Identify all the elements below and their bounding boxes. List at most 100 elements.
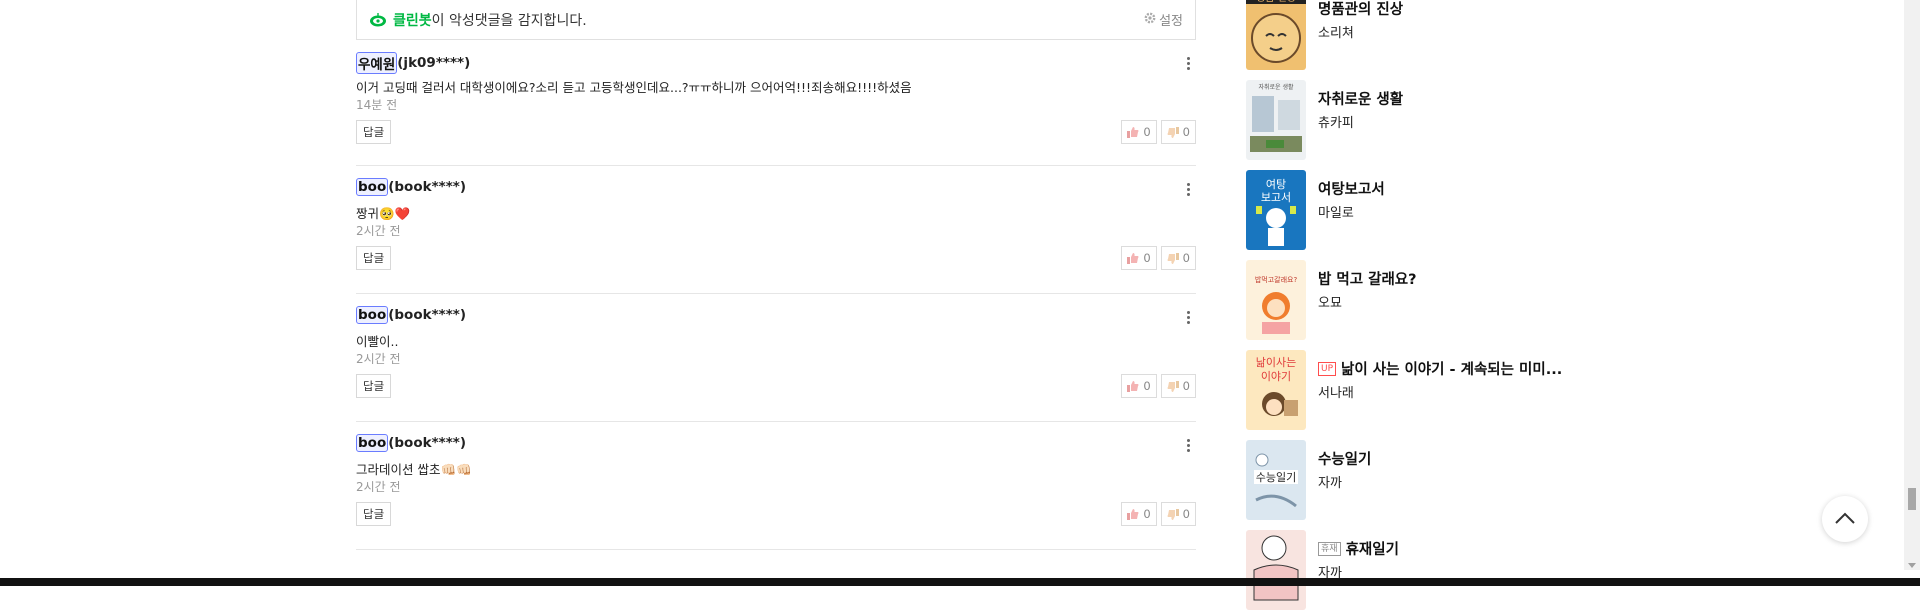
more-vertical-icon[interactable] [1182, 56, 1194, 70]
comment-time: 2시간 전 [356, 480, 401, 494]
settings-label: 설정 [1159, 14, 1183, 29]
dislike-button[interactable]: 0 [1160, 246, 1196, 270]
webtoon-title[interactable]: 휴재일기 [1346, 538, 1399, 559]
comment-user-id: (book****) [388, 307, 466, 323]
dislike-count: 0 [1182, 125, 1190, 139]
webtoon-item[interactable]: 여탕 보고서 여탕보고서 마일로 [1246, 170, 1586, 250]
comment-nickname[interactable]: boo [356, 306, 389, 324]
webtoon-item[interactable]: 자취로운 생활 자취로운 생활 츄카피 [1246, 80, 1586, 160]
update-badge: UP [1318, 361, 1337, 376]
comment-body: 그라데이션 쌉초👊🏻👊🏻 [356, 462, 472, 477]
comment-author[interactable]: boo (book****) [356, 178, 466, 196]
dislike-count: 0 [1182, 251, 1190, 265]
svg-text:수능일기: 수능일기 [1256, 470, 1296, 484]
webtoon-title-row[interactable]: 여탕보고서 [1318, 178, 1385, 199]
thumbs-up-icon [1127, 508, 1139, 520]
webtoon-title[interactable]: 밥 먹고 갈래요? [1318, 268, 1417, 289]
webtoon-thumbnail[interactable]: 밥먹고갈래요? [1246, 260, 1306, 340]
comment-item: boo (book****) 짱귀🥺❤️ 2시간 전 답글 0 0 [356, 166, 1196, 294]
reply-button[interactable]: 답글 [356, 246, 392, 270]
webtoon-item[interactable]: 낢이사는 이야기 UP 낢이 사는 이야기 - 계속되는 미미... 서나래 [1246, 350, 1586, 430]
webtoon-thumbnail[interactable]: 명품 진상 [1246, 0, 1306, 70]
like-count: 0 [1143, 379, 1151, 393]
cleanbot-settings-button[interactable]: 설정 [1144, 10, 1183, 29]
reply-button[interactable]: 답글 [356, 374, 392, 398]
webtoon-title[interactable]: 낢이 사는 이야기 - 계속되는 미미... [1341, 358, 1562, 379]
webtoon-thumbnail[interactable]: 자취로운 생활 [1246, 80, 1306, 160]
like-button[interactable]: 0 [1121, 502, 1157, 526]
comment-item: boo (book****) 그라데이션 쌉초👊🏻👊🏻 2시간 전 답글 0 0 [356, 422, 1196, 550]
comment-user-id: (jk09****) [397, 55, 471, 71]
webtoon-title-row[interactable]: 자취로운 생활 [1318, 88, 1403, 109]
gear-icon [1144, 12, 1156, 28]
more-vertical-icon[interactable] [1182, 182, 1194, 196]
like-button[interactable]: 0 [1121, 374, 1157, 398]
webtoon-item[interactable]: 명품 진상 명품관의 진상 소리쳐 [1246, 0, 1586, 70]
comment-author[interactable]: boo (book****) [356, 306, 466, 324]
comment-body: 짱귀🥺❤️ [356, 206, 411, 221]
reply-button[interactable]: 답글 [356, 120, 392, 144]
more-vertical-icon[interactable] [1182, 438, 1194, 452]
vote-buttons: 0 0 [1121, 120, 1196, 144]
webtoon-title[interactable]: 수능일기 [1318, 448, 1371, 469]
webtoon-title[interactable]: 자취로운 생활 [1318, 88, 1403, 109]
dislike-button[interactable]: 0 [1160, 374, 1196, 398]
webtoon-author: 츄카피 [1318, 116, 1354, 131]
dislike-count: 0 [1182, 379, 1190, 393]
webtoon-author: 오묘 [1318, 296, 1342, 311]
webtoon-author: 소리쳐 [1318, 26, 1354, 41]
svg-text:밥먹고갈래요?: 밥먹고갈래요? [1255, 275, 1298, 284]
webtoon-item[interactable]: 밥먹고갈래요? 밥 먹고 갈래요? 오묘 [1246, 260, 1586, 340]
thumbs-up-icon [1127, 126, 1139, 138]
webtoon-item[interactable]: 휴재 휴재일기 자까 [1246, 530, 1586, 610]
comment-nickname[interactable]: 우예원 [356, 52, 398, 74]
webtoon-item[interactable]: 수능일기 수능일기 자까 [1246, 440, 1586, 520]
arrow-up-icon [1834, 510, 1856, 529]
webtoon-title[interactable]: 여탕보고서 [1318, 178, 1385, 199]
webtoon-title-row[interactable]: 밥 먹고 갈래요? [1318, 268, 1417, 289]
svg-text:낢이사는: 낢이사는 [1256, 356, 1296, 369]
webtoon-thumbnail[interactable]: 여탕 보고서 [1246, 170, 1306, 250]
comment-section: 클린봇 이 악성댓글을 감지합니다. 설정 우예원 (jk09****) 이거 … [356, 0, 1196, 550]
thumbs-up-icon [1127, 252, 1139, 264]
thumbs-down-icon [1167, 252, 1179, 264]
comment-time: 2시간 전 [356, 352, 401, 366]
reply-button[interactable]: 답글 [356, 502, 392, 526]
comment-author[interactable]: 우예원 (jk09****) [356, 52, 470, 74]
like-button[interactable]: 0 [1121, 120, 1157, 144]
more-vertical-icon[interactable] [1182, 310, 1194, 324]
scrollbar-thumb[interactable] [1908, 488, 1916, 510]
webtoon-title-row[interactable]: 명품관의 진상 [1318, 0, 1403, 19]
webtoon-thumbnail[interactable]: 낢이사는 이야기 [1246, 350, 1306, 430]
comment-user-id: (book****) [388, 179, 466, 195]
webtoon-thumbnail[interactable]: 수능일기 [1246, 440, 1306, 520]
comment-item: boo (book****) 이빨이.. 2시간 전 답글 0 0 [356, 294, 1196, 422]
comment-author[interactable]: boo (book****) [356, 434, 466, 452]
cleanbot-icon [369, 12, 387, 27]
like-count: 0 [1143, 251, 1151, 265]
svg-text:이야기: 이야기 [1261, 370, 1291, 383]
comment-nickname[interactable]: boo [356, 434, 389, 452]
webtoon-author: 자까 [1318, 476, 1342, 491]
webtoon-title-row[interactable]: UP 낢이 사는 이야기 - 계속되는 미미... [1318, 358, 1562, 379]
webtoon-title[interactable]: 명품관의 진상 [1318, 0, 1403, 19]
like-button[interactable]: 0 [1121, 246, 1157, 270]
back-to-top-button[interactable] [1822, 496, 1868, 542]
svg-text:보고서: 보고서 [1261, 191, 1291, 204]
webtoon-thumbnail[interactable] [1246, 530, 1306, 610]
comment-body: 이빨이.. [356, 334, 399, 349]
webtoon-title-row[interactable]: 수능일기 [1318, 448, 1371, 469]
comment-body: 이거 고딩때 걸러서 대학생이에요?소리 듣고 고등학생인데요...?ㅠㅠ하니까… [356, 80, 912, 95]
page-scrollbar[interactable] [1904, 0, 1920, 570]
dislike-button[interactable]: 0 [1160, 502, 1196, 526]
scroll-down-arrow-icon[interactable] [1908, 563, 1916, 568]
dislike-button[interactable]: 0 [1160, 120, 1196, 144]
hiatus-badge: 휴재 [1318, 541, 1341, 556]
webtoon-author: 서나래 [1318, 386, 1354, 401]
thumbs-down-icon [1167, 380, 1179, 392]
thumbs-down-icon [1167, 126, 1179, 138]
comment-time: 2시간 전 [356, 224, 401, 238]
comment-nickname[interactable]: boo [356, 178, 389, 196]
thumbs-up-icon [1127, 380, 1139, 392]
webtoon-title-row[interactable]: 휴재 휴재일기 [1318, 538, 1399, 559]
